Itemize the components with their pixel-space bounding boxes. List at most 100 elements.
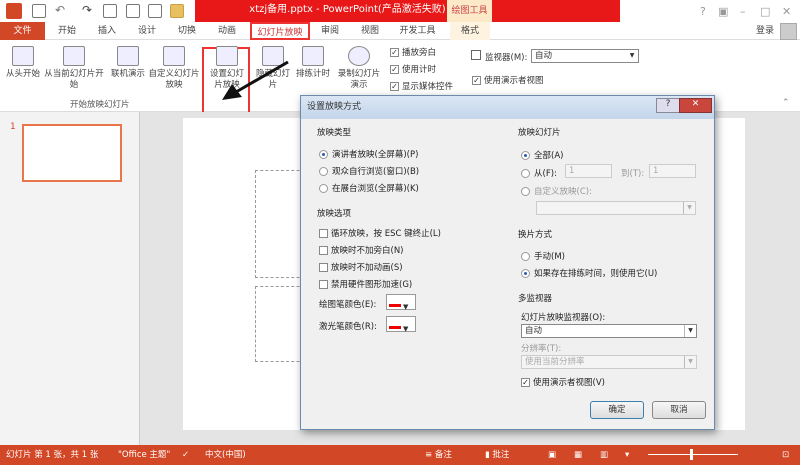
save-icon[interactable]: [32, 4, 46, 18]
advance-heading: 换片方式: [518, 230, 553, 240]
laser-color-picker[interactable]: ▼: [386, 316, 416, 333]
label: 自定义放映(C):: [534, 187, 592, 197]
tab-transitions[interactable]: 切换: [172, 22, 202, 40]
fit-window-icon[interactable]: ⊡: [782, 445, 789, 465]
tab-animations[interactable]: 动画: [212, 22, 242, 40]
print-preview-icon[interactable]: [126, 4, 140, 18]
radio-all[interactable]: 全部(A): [521, 149, 563, 161]
label: 在展台浏览(全屏幕)(K): [332, 184, 419, 194]
tab-home[interactable]: 开始: [52, 22, 82, 40]
language[interactable]: 中文(中国): [205, 445, 246, 465]
spellcheck-icon[interactable]: ✓: [182, 445, 189, 465]
label: 播放旁白: [402, 48, 437, 58]
help-icon[interactable]: ?: [700, 5, 706, 18]
tab-file[interactable]: 文件: [0, 22, 45, 40]
laser-color-label: 激光笔颜色(R):: [319, 322, 377, 332]
hide-slide-button[interactable]: 隐藏幻灯片: [255, 46, 291, 91]
context-tab-drawing-tools: 绘图工具: [447, 0, 492, 22]
tab-slide-show[interactable]: 幻灯片放映: [250, 22, 310, 40]
record-show-button[interactable]: 录制幻灯片演示: [336, 46, 382, 91]
play-narration-checkbox[interactable]: ✓ 播放旁白: [390, 46, 436, 58]
help-button[interactable]: ?: [656, 98, 680, 113]
open-icon[interactable]: [170, 4, 184, 18]
custom-show-select[interactable]: ▼: [536, 201, 696, 215]
custom-show-button[interactable]: 自定义幻灯片放映: [148, 46, 200, 91]
presenter-view-dialog-checkbox[interactable]: ✓ 使用演示者视图(V): [521, 376, 605, 388]
disable-hw-accel-checkbox[interactable]: 禁用硬件图形加速(G): [319, 278, 412, 290]
group-label-start: 开始放映幻灯片: [70, 100, 130, 110]
no-narration-checkbox[interactable]: 放映时不加旁白(N): [319, 244, 404, 256]
minimize-icon[interactable]: –: [740, 5, 746, 18]
no-animation-checkbox[interactable]: 放映时不加动画(S): [319, 261, 403, 273]
pen-icon: [389, 297, 401, 307]
theme-name: "Office 主题": [118, 450, 171, 460]
maximize-icon[interactable]: □: [760, 5, 770, 18]
label: 备注: [434, 450, 452, 460]
rehearse-timings-button[interactable]: 排练计时: [294, 46, 332, 80]
slideshow-view-icon[interactable]: ▾: [625, 445, 629, 465]
chevron-down-icon: ▼: [684, 356, 696, 368]
slide-thumbnail[interactable]: [22, 124, 122, 182]
tab-view[interactable]: 视图: [355, 22, 385, 40]
zoom-slider[interactable]: [648, 454, 738, 455]
undo-icon[interactable]: ↶: [55, 3, 65, 17]
comments-button[interactable]: ▮ 批注: [485, 445, 509, 465]
reading-view-icon[interactable]: ▥: [600, 445, 608, 465]
setup-slide-show-button[interactable]: 设置幻灯片放映: [207, 46, 247, 91]
radio-use-timings[interactable]: 如果存在排练时间，则使用它(U): [521, 267, 657, 279]
avatar[interactable]: [780, 23, 797, 40]
notes-button[interactable]: ≡ 备注: [425, 445, 452, 465]
loop-checkbox[interactable]: 循环放映，按 ESC 键终止(L): [319, 227, 441, 239]
from-start-icon[interactable]: [103, 4, 117, 18]
collapse-ribbon-icon[interactable]: ⌃: [782, 98, 790, 108]
radio-window[interactable]: 观众自行浏览(窗口)(B): [319, 165, 419, 177]
login-link[interactable]: 登录: [752, 22, 778, 40]
zoom-slider-thumb[interactable]: [690, 449, 693, 460]
label: 录制幻灯片演示: [337, 69, 381, 90]
pen-color-picker[interactable]: ▼: [386, 294, 416, 311]
radio-custom[interactable]: 自定义放映(C):: [521, 185, 592, 197]
show-monitor-select[interactable]: 自动 ▼: [521, 324, 697, 338]
label: 批注: [492, 450, 510, 460]
radio-presenter[interactable]: 演讲者放映(全屏幕)(P): [319, 148, 418, 160]
normal-view-icon[interactable]: ▣: [548, 445, 556, 465]
label: 禁用硬件图形加速(G): [331, 280, 413, 290]
online-present-button[interactable]: 联机演示: [108, 46, 148, 80]
from-input[interactable]: 1: [565, 164, 612, 178]
radio-manual[interactable]: 手动(M): [521, 250, 565, 262]
from-start-button[interactable]: 从头开始: [3, 46, 43, 80]
redo-icon[interactable]: ↷: [82, 3, 92, 17]
custom-show-icon: [163, 46, 185, 66]
ok-button[interactable]: 确定: [590, 401, 644, 419]
tab-design[interactable]: 设计: [132, 22, 162, 40]
from-current-button[interactable]: 从当前幻灯片开始: [44, 46, 104, 91]
use-timings-checkbox[interactable]: ✓ 使用计时: [390, 63, 436, 75]
slide-thumbnails-pane: 1: [0, 112, 140, 445]
ribbon-options-icon[interactable]: ▣: [718, 5, 728, 18]
resolution-select[interactable]: 使用当前分辨率 ▼: [521, 355, 697, 369]
cancel-button[interactable]: 取消: [652, 401, 706, 419]
tab-insert[interactable]: 插入: [92, 22, 122, 40]
new-icon[interactable]: [148, 4, 162, 18]
slides-heading: 放映幻灯片: [518, 128, 561, 138]
close-button[interactable]: ✕: [679, 98, 712, 113]
tab-review[interactable]: 审阅: [315, 22, 345, 40]
slide-sorter-icon[interactable]: ▦: [574, 445, 582, 465]
projector-icon: [63, 46, 85, 66]
close-icon[interactable]: ✕: [782, 5, 791, 18]
presenter-view-checkbox[interactable]: ✓ 使用演示者视图: [472, 74, 544, 86]
show-type-heading: 放映类型: [317, 128, 352, 138]
radio-kiosk[interactable]: 在展台浏览(全屏幕)(K): [319, 182, 419, 194]
tab-developer[interactable]: 开发工具: [395, 22, 440, 40]
to-input[interactable]: 1: [649, 164, 696, 178]
value: 自动: [535, 51, 553, 61]
label: 循环放映，按 ESC 键终止(L): [331, 229, 441, 239]
label: 放映时不加旁白(N): [331, 246, 404, 256]
show-media-checkbox[interactable]: ✓ 显示媒体控件: [390, 80, 453, 92]
label: 设置幻灯片放映: [209, 69, 244, 90]
tab-format[interactable]: 格式: [450, 22, 490, 40]
monitor-select[interactable]: 自动 ▼: [531, 49, 639, 63]
title-bar: ↶ ↷ xtzj备用.pptx - PowerPoint(产品激活失败) 绘图工…: [0, 0, 800, 22]
radio-from[interactable]: 从(F):: [521, 167, 557, 179]
hide-slide-icon: [262, 46, 284, 66]
